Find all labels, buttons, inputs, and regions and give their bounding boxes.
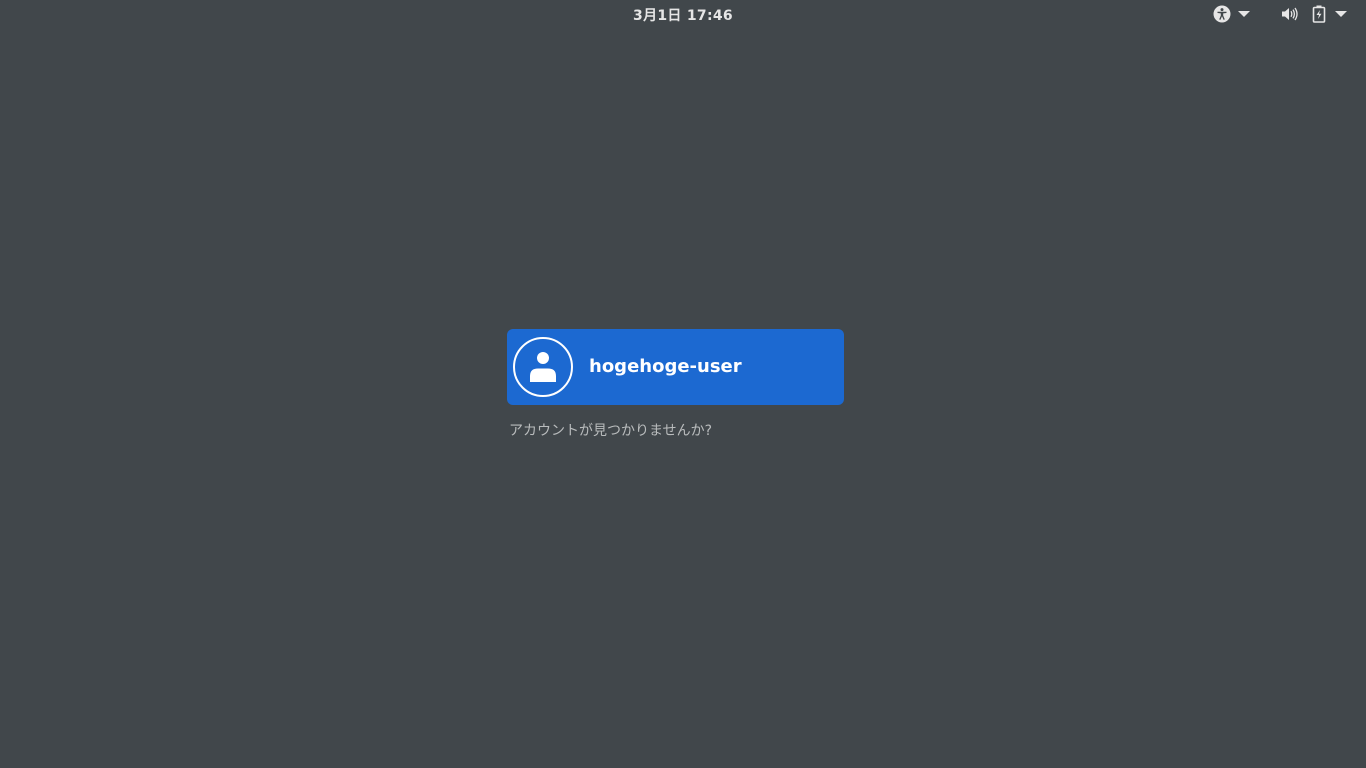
system-menu[interactable] [1280, 0, 1347, 28]
accessibility-menu[interactable] [1212, 0, 1250, 28]
user-list-item[interactable]: hogehoge-user [507, 329, 844, 405]
user-name: hogehoge-user [589, 355, 742, 377]
battery-charging-icon [1309, 4, 1329, 24]
chevron-down-icon [1238, 11, 1250, 17]
chevron-down-icon [1335, 11, 1347, 17]
not-listed-link[interactable]: アカウントが見つかりませんか? [509, 420, 712, 440]
volume-icon [1280, 4, 1300, 24]
top-bar: 3月1日 17:46 [0, 0, 1366, 28]
clock[interactable]: 3月1日 17:46 [0, 5, 1366, 25]
user-avatar-icon [513, 337, 573, 397]
accessibility-icon [1212, 4, 1232, 24]
